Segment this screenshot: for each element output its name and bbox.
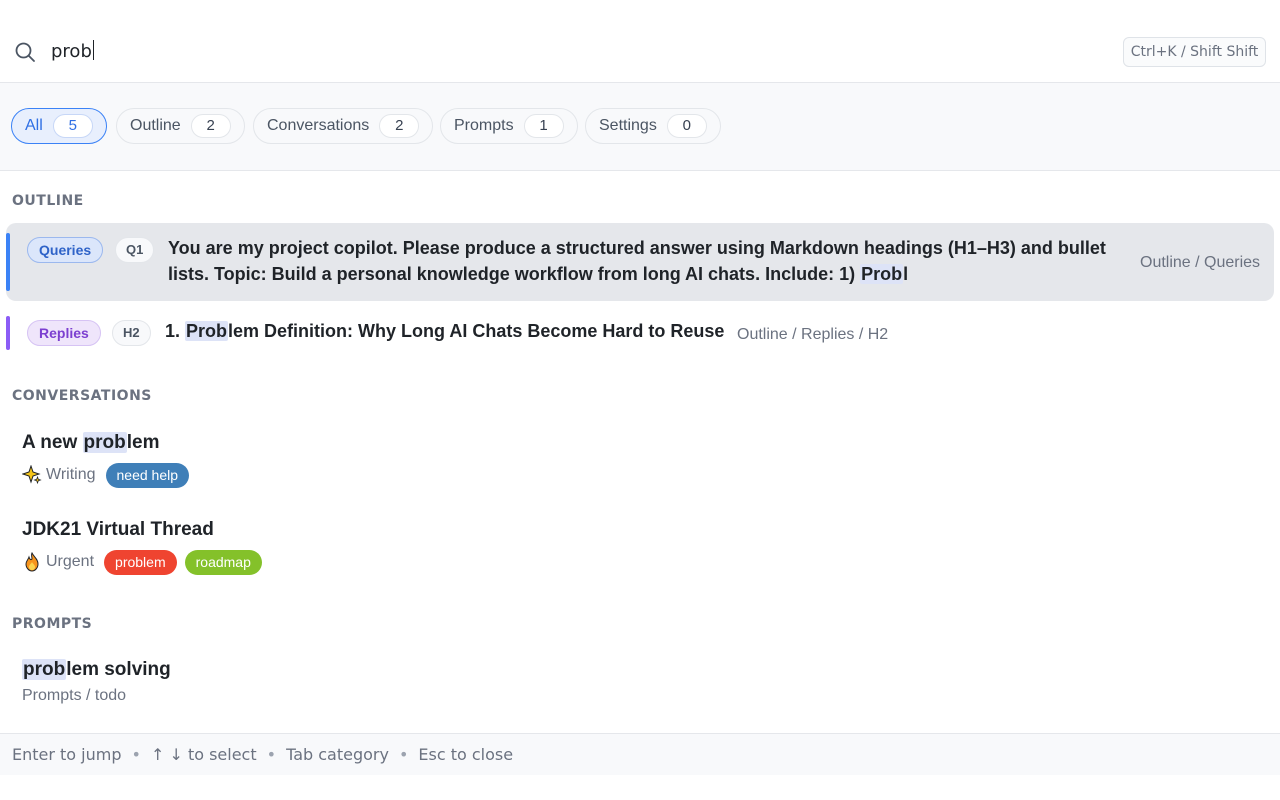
- title-text: l: [903, 264, 909, 284]
- tag-badge: roadmap: [184, 549, 262, 575]
- search-bar: prob Ctrl+K / Shift Shift: [0, 0, 1280, 83]
- tab-outline[interactable]: Outline 2: [116, 108, 245, 144]
- tab-label: Settings: [599, 117, 657, 134]
- role-badge-queries: Queries: [27, 237, 104, 263]
- accent-bar: [6, 316, 10, 350]
- keyboard-hints-footer: Enter to jump • ↑ ↓ to select • Tab cate…: [0, 733, 1280, 775]
- search-input[interactable]: prob: [51, 38, 751, 66]
- text-caret: [92, 40, 94, 60]
- tab-label: Conversations: [267, 117, 370, 134]
- folder-name: Urgent: [46, 553, 95, 570]
- role-badge-replies: Replies: [27, 320, 101, 346]
- tab-count: 1: [523, 114, 564, 138]
- match-highlight: prob: [82, 432, 127, 453]
- title-text: A new: [22, 432, 83, 453]
- level-badge: Q1: [115, 237, 155, 263]
- separator-dot: •: [398, 745, 409, 764]
- shortcut-hint: Ctrl+K / Shift Shift: [1123, 37, 1266, 67]
- conversation-title: A new problem: [22, 430, 1122, 456]
- conversation-result[interactable]: A new problem Writing need help: [22, 430, 1122, 488]
- title-text: JDK21 Virtual Thread: [22, 519, 214, 540]
- fire-icon: [22, 552, 42, 572]
- hint-enter: Enter to jump: [12, 745, 122, 764]
- title-text: 1.: [165, 321, 186, 341]
- hint-esc: Esc to close: [418, 745, 514, 764]
- tab-settings[interactable]: Settings 0: [585, 108, 721, 144]
- title-text: lem solving: [66, 659, 171, 680]
- prompt-result[interactable]: problem solving Prompts / todo: [22, 657, 171, 705]
- level-badge: H2: [112, 320, 151, 346]
- section-label-prompts: PROMPTS: [12, 616, 93, 632]
- tag-badge: problem: [104, 549, 177, 575]
- outline-result-replies[interactable]: Replies H2 1. Problem Definition: Why Lo…: [6, 312, 1274, 354]
- section-label-conversations: CONVERSATIONS: [12, 388, 152, 404]
- title-text: lem: [126, 432, 160, 453]
- tab-label: All: [25, 117, 43, 134]
- conversation-title: JDK21 Virtual Thread: [22, 517, 1122, 543]
- category-tabs: All 5 Outline 2 Conversations 2 Prompts …: [0, 83, 1280, 171]
- tab-count: 2: [190, 114, 231, 138]
- tab-count: 0: [666, 114, 707, 138]
- tab-count: 5: [52, 114, 93, 138]
- accent-bar: [6, 233, 10, 291]
- hint-tab: Tab category: [286, 745, 389, 764]
- result-title: 1. Problem Definition: Why Long AI Chats…: [165, 318, 724, 344]
- tab-all[interactable]: All 5: [11, 108, 107, 144]
- conversation-meta: Urgent problem roadmap: [22, 549, 1122, 575]
- result-title: You are my project copilot. Please produ…: [168, 235, 1134, 287]
- prompt-path: Prompts / todo: [22, 687, 127, 704]
- tab-prompts[interactable]: Prompts 1: [440, 108, 578, 144]
- outline-result-queries[interactable]: Queries Q1 You are my project copilot. P…: [6, 223, 1274, 301]
- prompt-title: problem solving: [22, 657, 171, 683]
- hint-select: ↑ ↓ to select: [150, 745, 257, 764]
- tag-badge: need help: [105, 462, 190, 488]
- title-text: You are my project copilot. Please produ…: [168, 238, 1106, 284]
- result-path: Outline / Replies / H2: [737, 326, 889, 343]
- match-highlight: Prob: [860, 264, 904, 284]
- folder-name: Writing: [46, 466, 96, 483]
- sparkle-icon: [22, 465, 42, 485]
- tab-count: 2: [379, 114, 420, 138]
- match-highlight: prob: [22, 659, 67, 680]
- title-text: lem Definition: Why Long AI Chats Become…: [228, 321, 725, 341]
- result-path: Outline / Queries: [1140, 254, 1261, 271]
- search-query: prob: [51, 41, 92, 62]
- conversation-meta: Writing need help: [22, 462, 1122, 488]
- tab-label: Outline: [130, 117, 181, 134]
- search-icon: [15, 42, 35, 62]
- match-highlight: Prob: [185, 321, 229, 341]
- conversation-result[interactable]: JDK21 Virtual Thread Urgent problem road…: [22, 517, 1122, 575]
- separator-dot: •: [131, 745, 141, 764]
- tab-conversations[interactable]: Conversations 2: [253, 108, 434, 144]
- section-label-outline: OUTLINE: [12, 193, 84, 209]
- separator-dot: •: [266, 745, 277, 764]
- tab-label: Prompts: [454, 117, 514, 134]
